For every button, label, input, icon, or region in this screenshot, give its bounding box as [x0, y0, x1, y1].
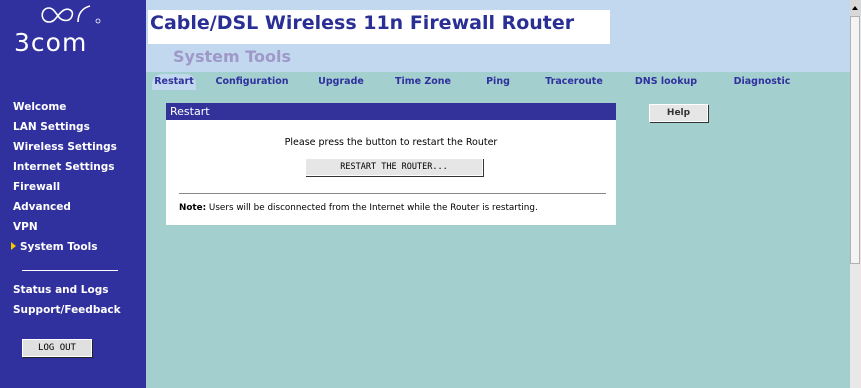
app-title: Cable/DSL Wireless 11n Firewall Router	[150, 12, 575, 34]
panel-header: Restart	[166, 103, 616, 120]
sidebar: 3com Welcome LAN Settings Wireless Setti…	[0, 0, 146, 388]
panel-divider	[179, 193, 606, 194]
tab-configuration[interactable]: Configuration	[203, 74, 301, 90]
sidebar-item-internet-settings[interactable]: Internet Settings	[13, 161, 115, 173]
note-label: Note:	[179, 203, 207, 213]
active-arrow-icon	[11, 242, 16, 250]
tab-dns-lookup[interactable]: DNS lookup	[624, 74, 708, 90]
scroll-thumb[interactable]	[850, 16, 860, 264]
tab-time-zone[interactable]: Time Zone	[380, 74, 466, 90]
restart-panel: Restart Please press the button to resta…	[166, 103, 616, 225]
note-text: Users will be disconnected from the Inte…	[206, 203, 538, 213]
scroll-up-button[interactable]	[850, 0, 861, 16]
vertical-scrollbar[interactable]	[850, 0, 861, 388]
help-button[interactable]: Help	[649, 104, 708, 122]
logout-button[interactable]: LOG OUT	[22, 339, 92, 357]
sidebar-item-support-feedback[interactable]: Support/Feedback	[13, 304, 121, 316]
restart-router-button[interactable]: RESTART THE ROUTER...	[305, 158, 483, 176]
tab-ping[interactable]: Ping	[474, 74, 522, 90]
tab-upgrade[interactable]: Upgrade	[310, 74, 372, 90]
main-content: Cable/DSL Wireless 11n Firewall Router S…	[146, 0, 850, 388]
tab-diagnostic[interactable]: Diagnostic	[716, 74, 808, 90]
tab-traceroute[interactable]: Traceroute	[530, 74, 618, 90]
sidebar-item-system-tools[interactable]: System Tools	[11, 241, 97, 253]
3com-logo-icon	[41, 5, 101, 24]
restart-message: Please press the button to restart the R…	[284, 137, 498, 148]
restart-note: Note: Users will be disconnected from th…	[179, 203, 538, 213]
page-title: System Tools	[173, 47, 291, 66]
tab-restart[interactable]: Restart	[152, 74, 196, 90]
logo-wordmark: 3com	[14, 28, 88, 57]
sidebar-item-lan-settings[interactable]: LAN Settings	[13, 121, 90, 133]
panel-title: Restart	[170, 105, 210, 118]
sidebar-divider	[22, 270, 118, 271]
sidebar-item-firewall[interactable]: Firewall	[13, 181, 60, 193]
sidebar-item-welcome[interactable]: Welcome	[13, 101, 66, 113]
sidebar-item-vpn[interactable]: VPN	[13, 221, 38, 233]
tabs-baseline	[146, 90, 850, 91]
arrow-up-icon	[852, 6, 858, 10]
sidebar-item-advanced[interactable]: Advanced	[13, 201, 71, 213]
sidebar-item-label: System Tools	[20, 241, 98, 253]
sidebar-item-status-and-logs[interactable]: Status and Logs	[13, 284, 108, 296]
sidebar-item-wireless-settings[interactable]: Wireless Settings	[13, 141, 117, 153]
